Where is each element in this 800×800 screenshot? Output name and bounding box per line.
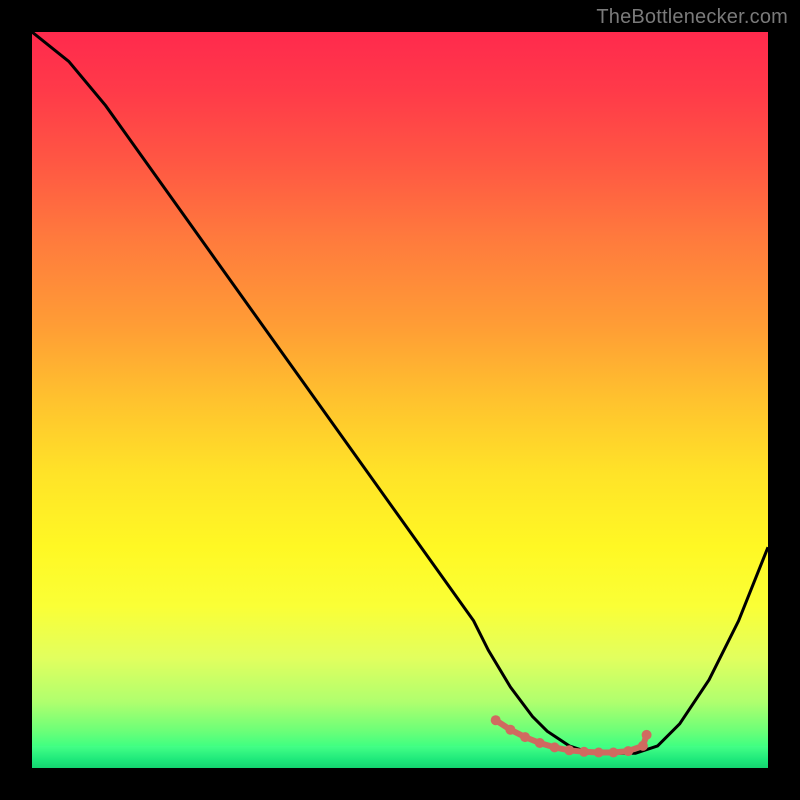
optimal-range-markers xyxy=(491,715,652,757)
curve-layer xyxy=(32,32,768,768)
marker-dot xyxy=(520,732,530,742)
marker-dot xyxy=(564,745,574,755)
chart-frame: TheBottlenecker.com xyxy=(0,0,800,800)
marker-dot xyxy=(608,748,618,758)
marker-dot xyxy=(505,725,515,735)
marker-dot xyxy=(623,746,633,756)
bottleneck-curve xyxy=(32,32,768,753)
marker-dot xyxy=(491,715,501,725)
marker-dot xyxy=(638,741,648,751)
marker-dot xyxy=(535,738,545,748)
marker-dot xyxy=(550,742,560,752)
plot-area xyxy=(32,32,768,768)
watermark-text: TheBottlenecker.com xyxy=(596,6,788,29)
marker-dot xyxy=(594,748,604,758)
marker-dot xyxy=(579,747,589,757)
marker-dot xyxy=(642,730,652,740)
